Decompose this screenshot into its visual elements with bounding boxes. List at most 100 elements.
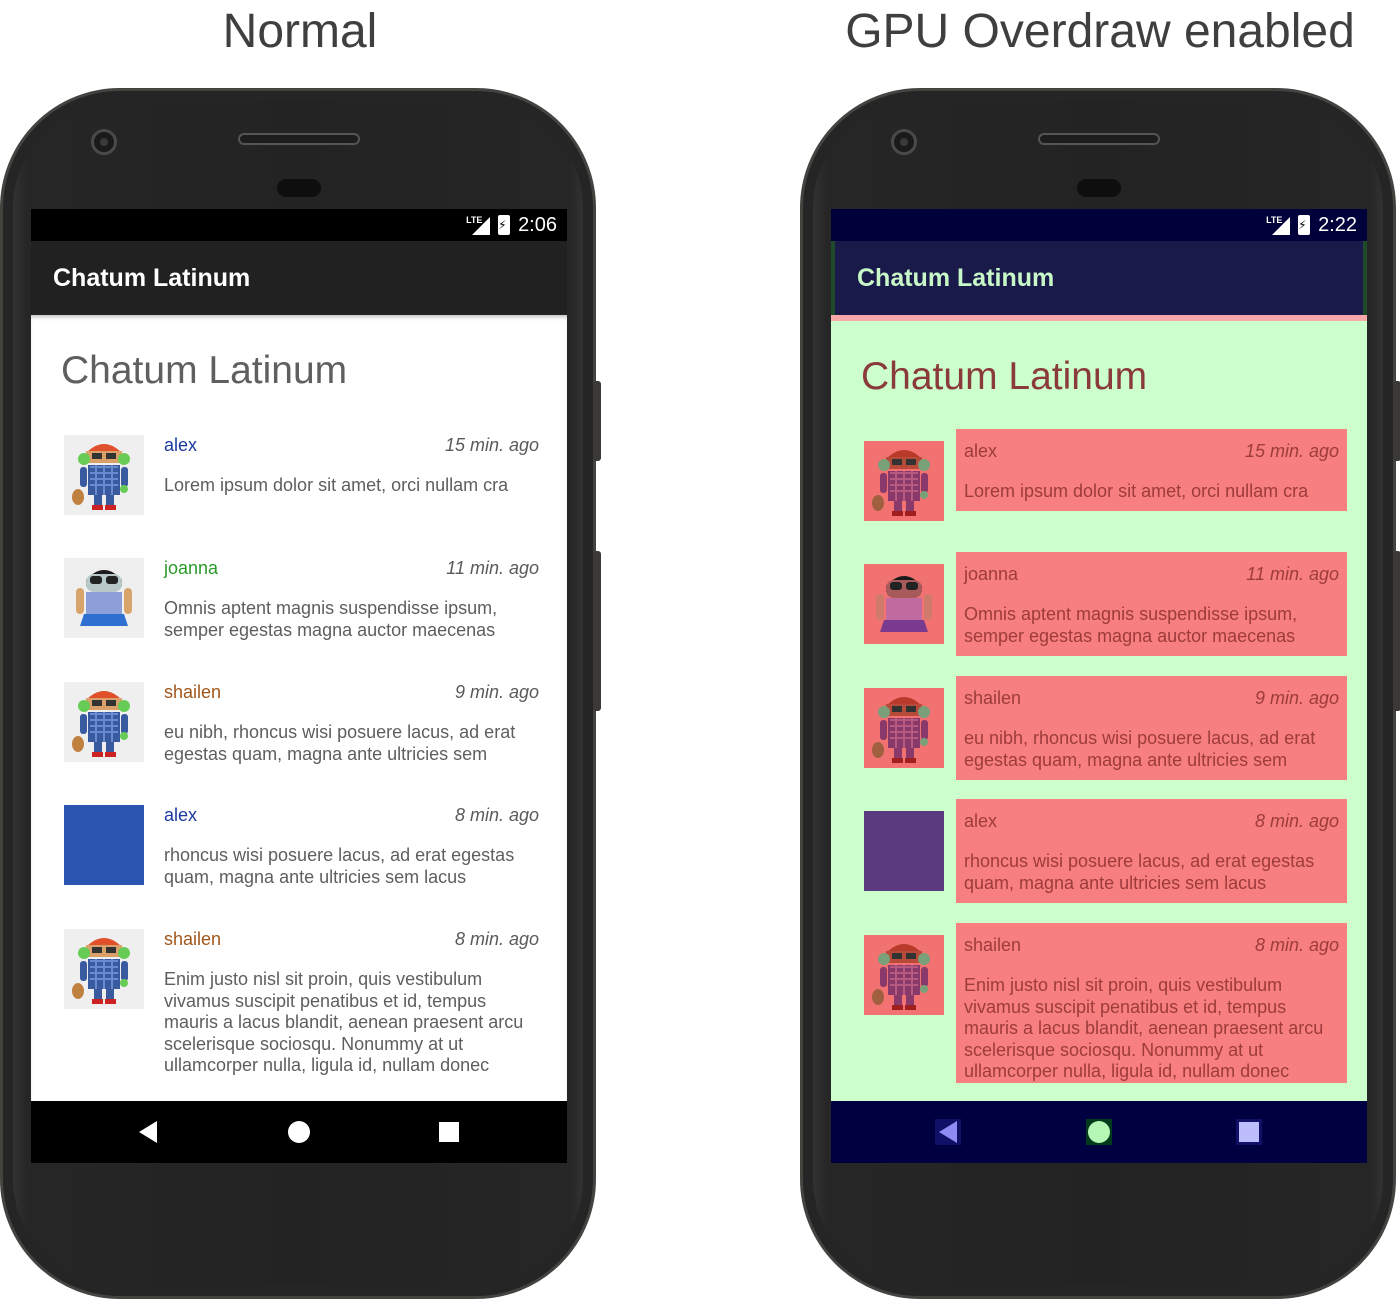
nav-bar [31,1101,567,1163]
message-timestamp: 11 min. ago [1246,564,1339,584]
status-time: 2:22 [1318,213,1357,236]
message-author[interactable]: joanna [964,564,1018,585]
power-button [1393,551,1400,711]
earpiece-speaker [1038,133,1160,145]
android-ukulele-icon [872,697,930,763]
message-author[interactable]: alex [164,435,197,456]
message-timestamp: 8 min. ago [1254,935,1339,955]
app-toolbar: Chatum Latinum [31,241,567,315]
page-title: Chatum Latinum [861,355,1148,398]
phone-normal: LTE 2:06 Chatum Latinum Chatum Latinum a… [0,88,601,1299]
chat-content[interactable]: Chatum Latinum alex 15 min. ago Lorem ipsu… [831,315,1367,1101]
message-timestamp: 8 min. ago [454,929,539,949]
message-text: Lorem ipsum dolor sit amet, orci nullam … [964,481,1309,501]
message-row[interactable]: shailen 8 min. ago Enim justo nisl sit pro… [31,929,567,1089]
message-author[interactable]: shailen [164,929,221,950]
android-ukulele-icon [72,691,130,757]
message-timestamp: 9 min. ago [1254,688,1339,708]
status-bar: LTE 2:22 [831,209,1367,241]
android-ukulele-icon [72,444,130,510]
caption-normal: Normal [222,5,378,58]
message-text: Omnis aptent magnis suspendisse ipsum, s… [164,598,498,640]
avatar [64,682,144,762]
avatar [864,688,944,768]
message-author[interactable]: alex [964,441,997,462]
status-time: 2:06 [518,213,557,236]
screen: LTE 2:22 Chatum Latinum Chatum Latinum a… [831,209,1367,1163]
message-row[interactable]: alex 8 min. ago rhoncus wisi posuere lacus… [831,799,1367,915]
android-ukulele-icon [872,944,930,1010]
message-text: Omnis aptent magnis suspendisse ipsum, s… [964,604,1298,646]
avatar [864,935,944,1015]
message-timestamp: 9 min. ago [454,682,539,702]
app-toolbar: Chatum Latinum [831,241,1367,315]
message-timestamp: 15 min. ago [444,435,539,455]
battery-charging-icon [1298,215,1311,235]
avatar [864,564,944,644]
recents-icon[interactable] [1236,1119,1262,1145]
avatar [64,805,144,885]
phone-overdraw: LTE 2:22 Chatum Latinum Chatum Latinum a… [800,88,1400,1299]
message-body: shailen 8 min. ago Enim justo nisl sit pro… [156,923,547,1083]
android-girl-icon [76,570,132,626]
message-author[interactable]: joanna [164,558,218,579]
message-text: rhoncus wisi posuere lacus, ad erat eges… [164,845,515,887]
message-timestamp: 15 min. ago [1244,441,1339,461]
avatar [64,929,144,1009]
message-author[interactable]: shailen [164,682,221,703]
proximity-sensor [277,179,321,197]
message-row[interactable]: joanna 11 min. ago Omnis aptent magnis sus… [31,558,567,662]
back-icon[interactable] [135,1119,161,1145]
toolbar-title: Chatum Latinum [857,263,1055,292]
proximity-sensor [1077,179,1121,197]
message-row[interactable]: alex 15 min. ago Lorem ipsum dolor sit ame… [31,435,567,517]
message-body: joanna 11 min. ago Omnis aptent magnis sus… [956,552,1347,656]
home-icon[interactable] [1086,1119,1112,1145]
message-text: Enim justo nisl sit proin, quis vestibul… [964,975,1324,1081]
message-text: rhoncus wisi posuere lacus, ad erat eges… [964,851,1315,893]
back-icon[interactable] [935,1119,961,1145]
blue-square-icon [864,811,944,891]
recents-icon[interactable] [436,1119,462,1145]
avatar [864,441,944,521]
page-title: Chatum Latinum [61,349,348,392]
chat-content[interactable]: Chatum Latinum alex 15 min. ago Lorem ipsu… [31,315,567,1101]
avatar [64,435,144,515]
front-camera [891,129,917,155]
message-text: eu nibh, rhoncus wisi posuere lacus, ad … [964,728,1316,770]
message-row[interactable]: alex 8 min. ago rhoncus wisi posuere lacus… [31,805,567,909]
message-text: eu nibh, rhoncus wisi posuere lacus, ad … [164,722,516,764]
power-button [593,551,601,711]
battery-charging-icon [498,215,511,235]
message-timestamp: 8 min. ago [454,805,539,825]
message-author[interactable]: shailen [964,688,1021,709]
message-body: shailen 9 min. ago eu nibh, rhoncus wisi p… [956,676,1347,780]
message-author[interactable]: alex [164,805,197,826]
message-author[interactable]: alex [964,811,997,832]
message-text: Lorem ipsum dolor sit amet, orci nullam … [164,475,509,495]
message-body: alex 15 min. ago Lorem ipsum dolor sit ame… [956,429,1347,511]
message-row[interactable]: shailen 9 min. ago eu nibh, rhoncus wisi p… [831,676,1367,792]
message-row[interactable]: shailen 8 min. ago Enim justo nisl sit pro… [831,923,1367,1095]
screen: LTE 2:06 Chatum Latinum Chatum Latinum a… [31,209,567,1163]
message-body: shailen 8 min. ago Enim justo nisl sit pro… [956,923,1347,1083]
volume-button [1393,381,1400,461]
android-ukulele-icon [872,450,930,516]
message-body: alex 8 min. ago rhoncus wisi posuere lacus… [956,799,1347,903]
volume-button [593,381,601,461]
front-camera [91,129,117,155]
message-timestamp: 8 min. ago [1254,811,1339,831]
home-icon[interactable] [286,1119,312,1145]
nav-bar [831,1101,1367,1163]
lte-signal-icon: LTE [466,215,491,235]
earpiece-speaker [238,133,360,145]
toolbar-title: Chatum Latinum [53,263,251,292]
avatar [64,558,144,638]
message-author[interactable]: shailen [964,935,1021,956]
message-text: Enim justo nisl sit proin, quis vestibul… [164,969,524,1075]
message-row[interactable]: joanna 11 min. ago Omnis aptent magnis sus… [831,552,1367,668]
android-ukulele-icon [72,938,130,1004]
message-row[interactable]: shailen 9 min. ago eu nibh, rhoncus wisi p… [31,682,567,786]
message-body: shailen 9 min. ago eu nibh, rhoncus wisi p… [156,676,547,780]
message-row[interactable]: alex 15 min. ago Lorem ipsum dolor sit ame… [831,429,1367,523]
